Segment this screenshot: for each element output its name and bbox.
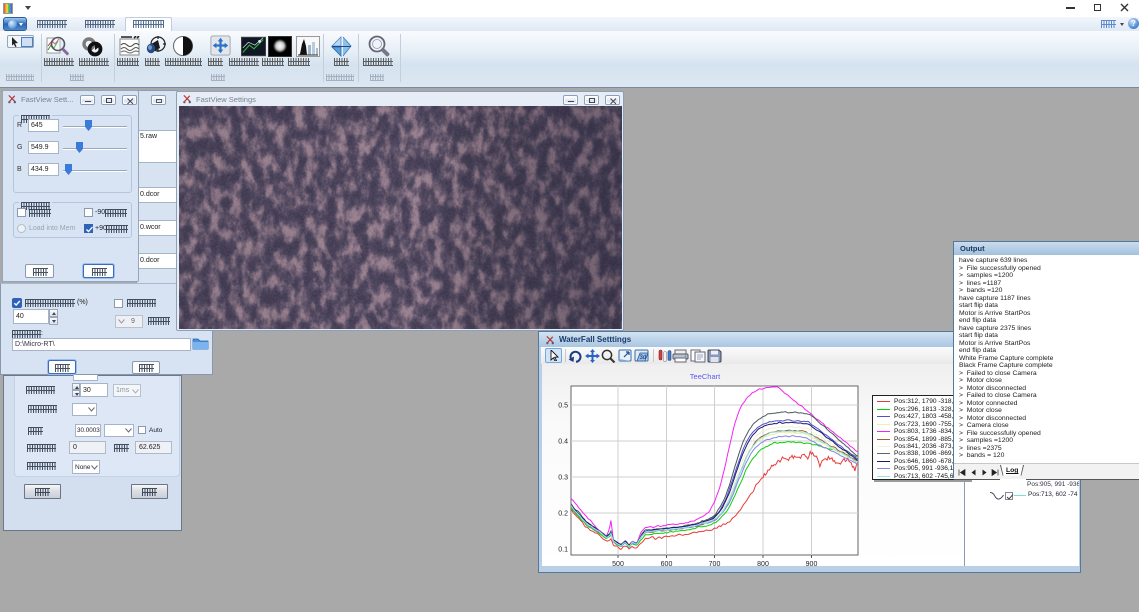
svg-text:700: 700 <box>709 561 721 566</box>
svg-text:TeeChart: TeeChart <box>690 372 721 381</box>
svg-text:900: 900 <box>806 561 818 566</box>
svg-text:800: 800 <box>757 561 769 566</box>
svg-text:0.4: 0.4 <box>558 439 568 446</box>
svg-text:0.5: 0.5 <box>558 403 568 410</box>
svg-text:0.1: 0.1 <box>558 547 568 554</box>
svg-text:0.2: 0.2 <box>558 511 568 518</box>
svg-text:0.3: 0.3 <box>558 475 568 482</box>
svg-text:500: 500 <box>612 561 624 566</box>
svg-text:600: 600 <box>661 561 673 566</box>
svg-text:3d: 3d <box>640 355 647 361</box>
